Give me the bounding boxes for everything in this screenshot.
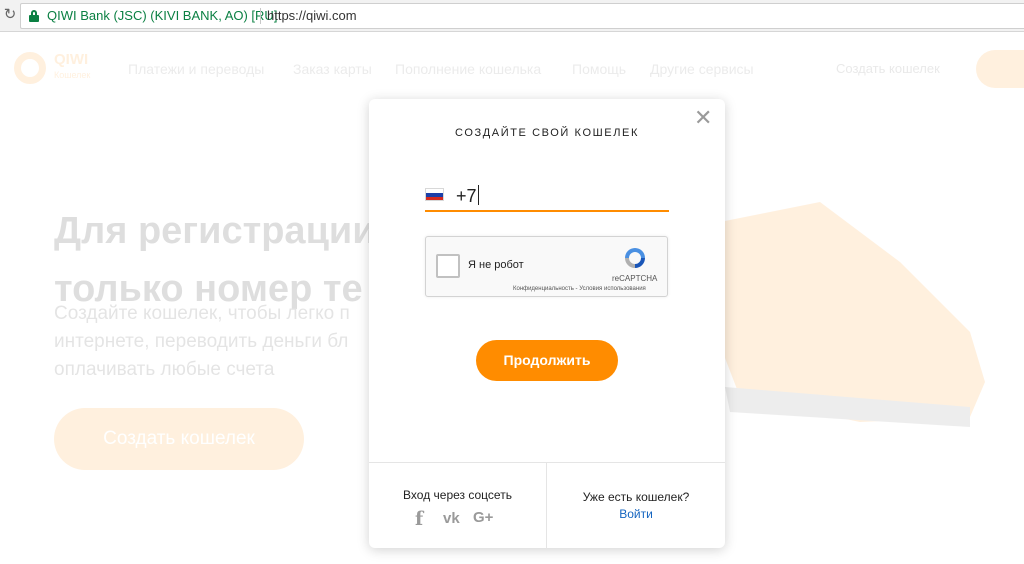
recaptcha-checkbox[interactable] — [436, 254, 460, 278]
vk-icon[interactable]: vk — [443, 510, 460, 527]
hero-text: Создайте кошелек, чтобы легко п интернет… — [54, 300, 350, 384]
social-login-label: Вход через соцсеть — [403, 488, 512, 502]
nav-login-button[interactable] — [976, 50, 1024, 88]
nav-item-topup[interactable]: Пополнение кошелька — [395, 61, 541, 77]
lock-icon — [29, 10, 39, 22]
url-text[interactable]: https://qiwi.com — [267, 8, 357, 23]
have-wallet-label: Уже есть кошелек? — [582, 490, 690, 504]
hero-text-line: интернете, переводить деньги бл — [54, 331, 349, 352]
hero-text-line: Создайте кошелек, чтобы легко п — [54, 303, 350, 324]
phone-prefix: +7 — [456, 186, 477, 206]
recaptcha-brand: reCAPTCHA — [612, 274, 658, 283]
logo-subtitle: Кошелек — [54, 70, 91, 80]
hero-title-line: Для регистрации — [54, 210, 376, 252]
dialog-footer: Вход через соцсеть f vk G+ Уже есть коше… — [369, 462, 725, 549]
create-wallet-dialog: ✕ СОЗДАЙТЕ СВОЙ КОШЕЛЕК +7 Я не робот re… — [369, 99, 725, 549]
hero-create-wallet-button[interactable]: Создать кошелек — [54, 408, 304, 470]
reload-icon[interactable]: ↻ — [2, 7, 18, 23]
omnibox-divider — [260, 8, 261, 24]
russia-flag-icon[interactable] — [425, 188, 444, 201]
footer-divider — [546, 463, 547, 549]
sneaker-illustration — [715, 202, 985, 427]
omnibox[interactable]: QIWI Bank (JSC) (KIVI BANK, AO) [RU] htt… — [20, 3, 1024, 29]
nav-item-help[interactable]: Помощь — [572, 61, 626, 77]
social-icons: f vk G+ — [415, 508, 505, 530]
browser-address-bar: ↻ QIWI Bank (JSC) (KIVI BANK, AO) [RU] h… — [0, 0, 1024, 32]
text-caret — [477, 185, 479, 205]
nav-item-payments[interactable]: Платежи и переводы — [128, 61, 264, 77]
recaptcha-privacy-terms[interactable]: Конфиденциальность - Условия использован… — [513, 286, 646, 292]
phone-input[interactable]: +7 — [425, 181, 669, 212]
logo-text: QIWI — [54, 51, 89, 68]
login-link[interactable]: Войти — [547, 507, 725, 521]
close-icon[interactable]: ✕ — [694, 107, 712, 129]
continue-button[interactable]: Продолжить — [476, 340, 618, 381]
nav-item-other-services[interactable]: Другие сервисы — [650, 61, 754, 77]
recaptcha-widget: Я не робот reCAPTCHA Конфиденциальность … — [425, 236, 668, 297]
nav-item-card-order[interactable]: Заказ карты — [293, 61, 372, 77]
site-identity[interactable]: QIWI Bank (JSC) (KIVI BANK, AO) [RU] — [47, 8, 277, 23]
nav-create-wallet-link[interactable]: Создать кошелек — [836, 61, 940, 76]
phone-input-value[interactable]: +7 — [456, 185, 479, 207]
recaptcha-label: Я не робот — [468, 259, 524, 271]
qiwi-logo-icon[interactable] — [14, 52, 46, 84]
hero-text-line: оплачивать любые счета — [54, 359, 275, 380]
recaptcha-logo-icon — [625, 248, 645, 268]
google-plus-icon[interactable]: G+ — [473, 509, 493, 526]
facebook-icon[interactable]: f — [415, 508, 423, 530]
dialog-title: СОЗДАЙТЕ СВОЙ КОШЕЛЕК — [455, 127, 639, 139]
